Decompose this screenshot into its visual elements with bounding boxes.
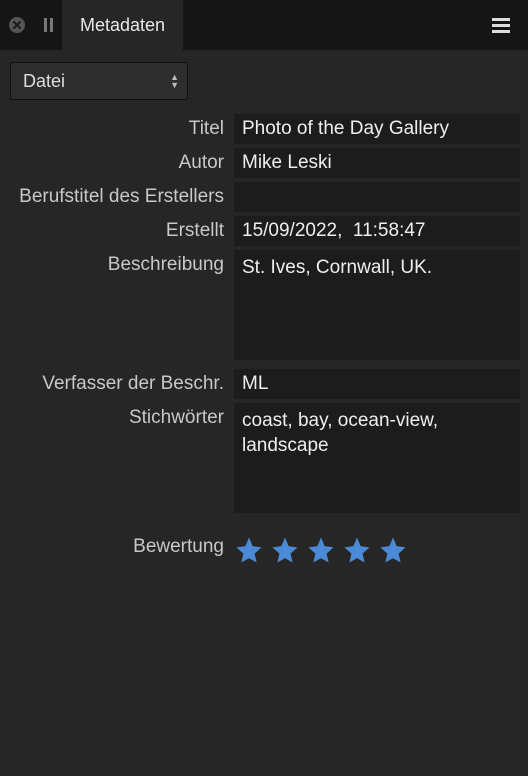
input-author[interactable]	[234, 148, 520, 178]
star-icon[interactable]	[378, 535, 408, 565]
input-creator-job-title[interactable]	[234, 182, 520, 212]
label-created: Erstellt	[6, 216, 224, 242]
input-description[interactable]: St. Ives, Cornwall, UK.	[234, 250, 520, 360]
star-icon[interactable]	[306, 535, 336, 565]
label-title: Titel	[6, 114, 224, 140]
close-icon[interactable]	[0, 0, 34, 50]
rating-stars	[234, 532, 520, 568]
label-author: Autor	[6, 148, 224, 174]
label-keywords: Stichwörter	[6, 403, 224, 429]
metadata-form: Titel Autor Berufstitel des Erstellers E…	[0, 110, 528, 568]
dock-icon[interactable]	[34, 0, 62, 50]
section-dropdown[interactable]: Datei ▲▼	[10, 62, 188, 100]
input-title[interactable]	[234, 114, 520, 144]
dropdown-label: Datei	[23, 71, 65, 92]
input-keywords[interactable]: coast, bay, ocean-view, landscape	[234, 403, 520, 513]
chevron-updown-icon: ▲▼	[170, 74, 179, 89]
panel-menu-icon[interactable]	[486, 0, 516, 50]
star-icon[interactable]	[342, 535, 372, 565]
input-description-writer[interactable]	[234, 369, 520, 399]
top-bar: Metadaten	[0, 0, 528, 50]
tab-label: Metadaten	[80, 15, 165, 36]
label-creator-job-title: Berufstitel des Erstellers	[6, 182, 224, 208]
star-icon[interactable]	[234, 535, 264, 565]
input-created[interactable]	[234, 216, 520, 246]
metadata-panel: Metadaten Datei ▲▼ Titel Autor Ber	[0, 0, 528, 776]
label-description-writer: Verfasser der Beschr.	[6, 369, 224, 395]
tab-metadata[interactable]: Metadaten	[62, 0, 183, 50]
label-description: Beschreibung	[6, 250, 224, 276]
label-rating: Bewertung	[6, 532, 224, 558]
star-icon[interactable]	[270, 535, 300, 565]
toolbar: Datei ▲▼	[0, 50, 528, 110]
